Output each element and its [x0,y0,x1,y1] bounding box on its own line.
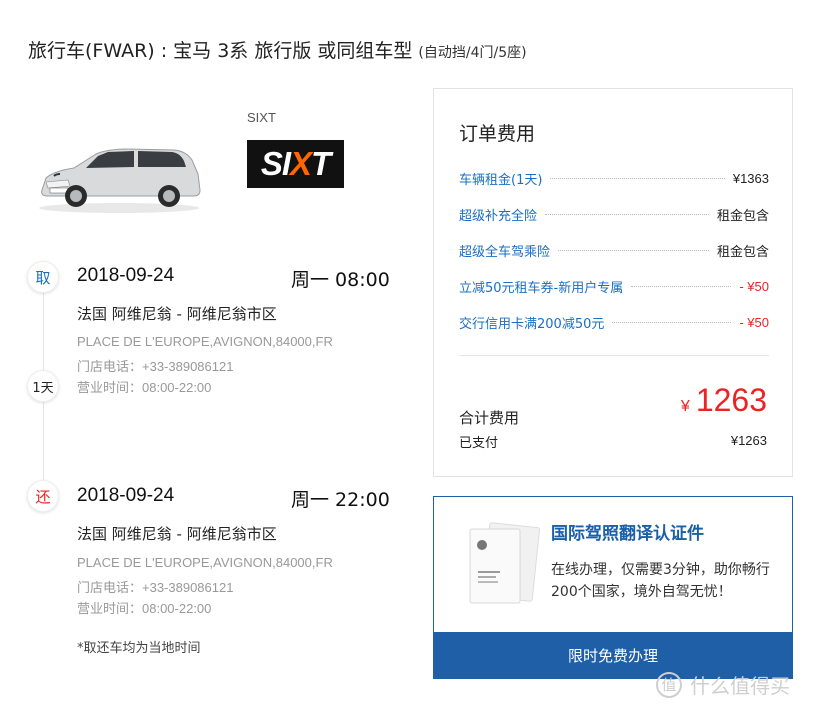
leader-dots [612,321,732,323]
pickup-hours: 营业时间：08:00-22:00 [77,380,212,395]
fee-row: 交行信用卡满200减50元 - ¥50 [459,312,769,332]
fee-discount-value: - ¥50 [739,314,769,330]
vendor-name: SIXT [247,110,276,125]
fee-link-new-user-coupon[interactable]: 立减50元租车券-新用户专属 [459,277,623,296]
fee-link-rental[interactable]: 车辆租金(1天) [459,169,542,188]
return-city: 法国 阿维尼翁 - 阿维尼翁市区 [77,525,277,543]
return-date: 2018-09-24 [77,485,175,506]
pickup-time: 周一 08:00 [291,269,390,291]
return-address: PLACE DE L'EUROPE,AVIGNON,84000,FR [77,555,333,570]
fee-divider [459,355,769,356]
license-document-icon [469,522,541,604]
fee-value: 租金包含 [716,207,769,223]
fee-row: 超级全车驾乘险 租金包含 [459,240,769,260]
total-currency: ¥ [680,398,690,415]
paid-amount: ¥1263 [730,433,767,448]
fee-row: 超级补充全险 租金包含 [459,204,769,224]
smzdm-watermark: 值 什么值得买 [656,670,790,699]
fee-link-bank-discount[interactable]: 交行信用卡满200减50元 [459,313,604,332]
promo-description: 在线办理，仅需要3分钟，助你畅行200个国家，境外自驾无忧！ [551,562,770,600]
return-badge: 还 [27,480,59,512]
watermark-text: 什么值得买 [690,674,790,698]
return-phone: 门店电话：+33-389086121 [77,580,234,595]
car-image [39,148,201,213]
local-time-note: *取还车均为当地时间 [77,641,201,656]
fee-value: ¥1363 [732,170,769,186]
leader-dots [558,249,709,251]
logo-letter-x: X [290,145,312,182]
return-time: 周一 22:00 [291,489,390,511]
fee-title: 订单费用 [459,123,536,145]
logo-letter-t: T [311,145,331,182]
fee-link-passenger-insurance[interactable]: 超级全车驾乘险 [459,241,550,260]
total-label: 合计费用 [459,409,520,427]
duration-badge: 1天 [27,370,59,402]
fee-row: 立减50元租车券-新用户专属 - ¥50 [459,276,769,296]
order-fee-panel: 订单费用 车辆租金(1天) ¥1363 超级补充全险 租金包含 超级全车驾乘险 … [433,88,793,477]
total-amount: 1263 [695,382,767,418]
watermark-logo-icon: 值 [656,671,682,698]
pickup-phone: 门店电话：+33-389086121 [77,359,234,374]
sixt-logo: SI X T [247,140,344,188]
fee-value: 租金包含 [716,243,769,259]
fee-row: 车辆租金(1天) ¥1363 [459,168,769,188]
pickup-address: PLACE DE L'EUROPE,AVIGNON,84000,FR [77,334,333,349]
leader-dots [545,213,709,215]
total-price: ¥1263 [681,382,767,419]
promo-title: 国际驾照翻译认证件 [551,524,704,544]
return-hours: 营业时间：08:00-22:00 [77,601,212,616]
fee-link-super-insurance[interactable]: 超级补充全险 [459,205,537,224]
pickup-city: 法国 阿维尼翁 - 阿维尼翁市区 [77,305,277,323]
car-specs: (自动挡/4门/5座) [418,45,527,61]
pickup-date: 2018-09-24 [77,265,175,286]
page-title: 旅行车(FWAR) : 宝马 3系 旅行版 或同组车型 (自动挡/4门/5座) [28,36,527,63]
leader-dots [550,177,725,179]
fee-discount-value: - ¥50 [739,278,769,294]
logo-letters-si: SI [260,145,291,182]
paid-label: 已支付 [459,436,499,451]
license-translation-promo: 国际驾照翻译认证件 在线办理，仅需要3分钟，助你畅行200个国家，境外自驾无忧！… [433,496,793,679]
leader-dots [631,285,732,287]
car-title: 旅行车(FWAR) : 宝马 3系 旅行版 或同组车型 [28,40,413,62]
pickup-badge: 取 [27,261,59,293]
